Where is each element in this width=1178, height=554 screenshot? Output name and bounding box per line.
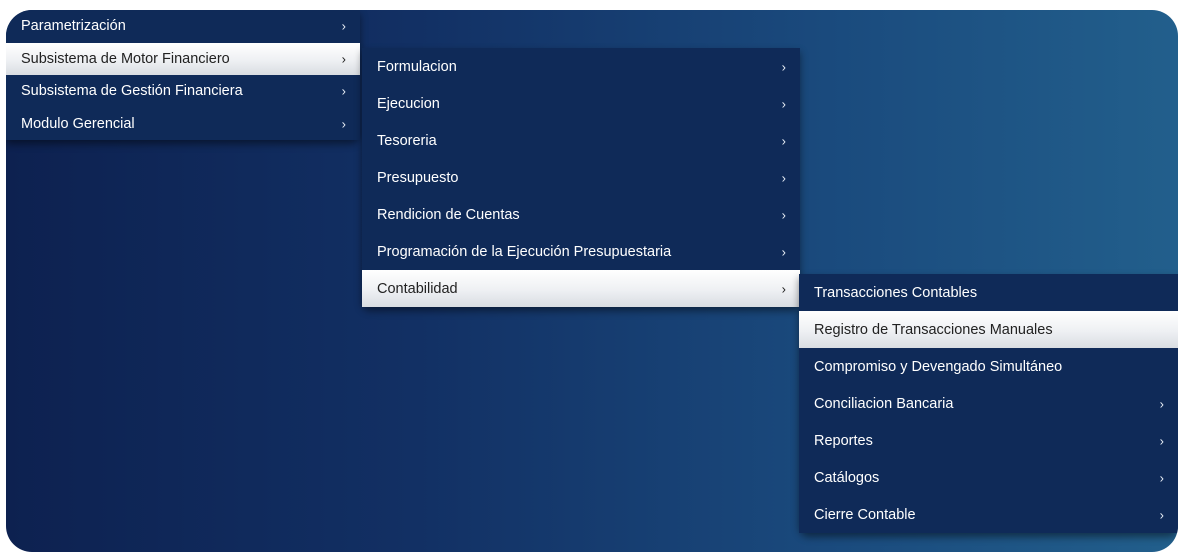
chevron-right-icon: › <box>1159 470 1164 485</box>
submenu-item-ejecucion[interactable]: Ejecucion › <box>362 85 800 122</box>
chevron-right-icon: › <box>781 133 786 148</box>
submenu-item-compromiso-devengado[interactable]: Compromiso y Devengado Simultáneo <box>799 348 1178 385</box>
submenu-item-programacion-ejecucion[interactable]: Programación de la Ejecución Presupuesta… <box>362 233 800 270</box>
chevron-right-icon: › <box>1159 396 1164 411</box>
chevron-right-icon: › <box>781 96 786 111</box>
menu-item-parametrizacion[interactable]: Parametrización › <box>6 10 360 43</box>
menu-item-subsistema-gestion-financiera[interactable]: Subsistema de Gestión Financiera › <box>6 75 360 108</box>
menu-item-label: Registro de Transacciones Manuales <box>814 321 1053 338</box>
menu-item-label: Parametrización <box>21 18 126 35</box>
menu-item-label: Transacciones Contables <box>814 284 978 301</box>
menu-item-subsistema-motor-financiero[interactable]: Subsistema de Motor Financiero › <box>6 42 360 75</box>
chevron-right-icon: › <box>341 83 346 99</box>
menu-item-label: Programación de la Ejecución Presupuesta… <box>377 243 672 260</box>
menu-item-label: Reportes <box>814 432 873 449</box>
submenu-motor-financiero: Formulacion › Ejecucion › Tesoreria › Pr… <box>362 48 800 307</box>
menu-item-label: Compromiso y Devengado Simultáneo <box>814 358 1063 375</box>
menu-item-label: Formulacion <box>377 58 457 75</box>
menu-item-label: Tesoreria <box>377 132 437 149</box>
submenu-item-presupuesto[interactable]: Presupuesto › <box>362 159 800 196</box>
menu-item-label: Cierre Contable <box>814 506 916 523</box>
submenu-item-tesoreria[interactable]: Tesoreria › <box>362 122 800 159</box>
chevron-right-icon: › <box>781 244 786 259</box>
menu-item-label: Ejecucion <box>377 95 440 112</box>
menu-item-label: Subsistema de Motor Financiero <box>21 50 230 67</box>
chevron-right-icon: › <box>1159 507 1164 522</box>
submenu-item-catalogos[interactable]: Catálogos › <box>799 459 1178 496</box>
submenu-item-conciliacion-bancaria[interactable]: Conciliacion Bancaria › <box>799 385 1178 422</box>
chevron-right-icon: › <box>1159 433 1164 448</box>
chevron-right-icon: › <box>781 207 786 222</box>
chevron-right-icon: › <box>341 18 346 34</box>
menu-stage: Parametrización › Subsistema de Motor Fi… <box>6 10 1178 552</box>
submenu-item-rendicion-cuentas[interactable]: Rendicion de Cuentas › <box>362 196 800 233</box>
chevron-right-icon: › <box>341 51 346 67</box>
menu-item-label: Contabilidad <box>377 280 458 297</box>
menu-item-label: Modulo Gerencial <box>21 115 135 132</box>
menu-item-label: Catálogos <box>814 469 880 486</box>
submenu-item-transacciones-contables[interactable]: Transacciones Contables <box>799 274 1178 311</box>
menu-item-label: Subsistema de Gestión Financiera <box>21 83 243 100</box>
chevron-right-icon: › <box>781 170 786 185</box>
submenu-item-contabilidad[interactable]: Contabilidad › <box>362 270 800 307</box>
submenu-item-reportes[interactable]: Reportes › <box>799 422 1178 459</box>
submenu-item-cierre-contable[interactable]: Cierre Contable › <box>799 496 1178 533</box>
menu-item-label: Rendicion de Cuentas <box>377 206 520 223</box>
chevron-right-icon: › <box>781 281 786 296</box>
menu-item-label: Conciliacion Bancaria <box>814 395 954 412</box>
submenu-contabilidad: Transacciones Contables Registro de Tran… <box>799 274 1178 533</box>
chevron-right-icon: › <box>781 59 786 74</box>
submenu-item-formulacion[interactable]: Formulacion › <box>362 48 800 85</box>
main-menu: Parametrización › Subsistema de Motor Fi… <box>6 10 360 140</box>
menu-item-label: Presupuesto <box>377 169 459 186</box>
menu-item-modulo-gerencial[interactable]: Modulo Gerencial › <box>6 107 360 140</box>
submenu-item-registro-transacciones-manuales[interactable]: Registro de Transacciones Manuales <box>799 311 1178 348</box>
chevron-right-icon: › <box>341 116 346 132</box>
